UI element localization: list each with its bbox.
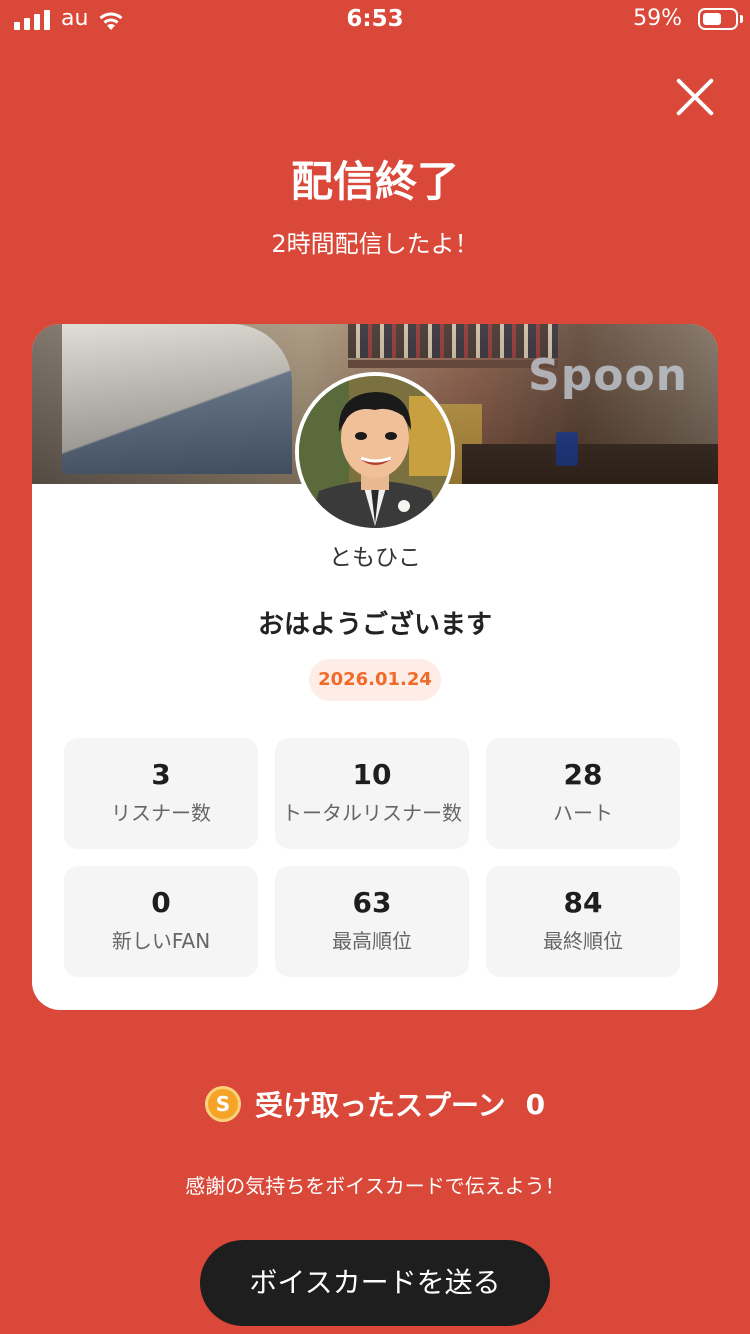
close-button[interactable]: [674, 76, 716, 118]
stat-label: ハート: [553, 801, 613, 825]
stat-highest-rank: 63 最高順位: [275, 866, 469, 977]
stat-value: 63: [352, 886, 392, 919]
stat-final-rank: 84 最終順位: [486, 866, 680, 977]
stat-label: 新しいFAN: [111, 929, 211, 953]
live-summary-card: Spoon ともひこ おはようございます 2026.01.24 3 リスナー数: [32, 324, 718, 1010]
spoon-coin-icon: S: [204, 1086, 241, 1122]
stat-label: リスナー数: [111, 801, 211, 825]
stat-label: トータルリスナー数: [282, 801, 462, 825]
thanks-message: 感謝の気持ちをボイスカードで伝えよう！: [185, 1174, 565, 1198]
date-badge: 2026.01.24: [309, 659, 441, 701]
stat-value: 28: [563, 758, 603, 791]
battery-cap: [740, 15, 743, 23]
stat-value: 3: [151, 758, 171, 791]
live-title: おはようございます: [257, 610, 492, 640]
broadcast-duration: 2時間配信したよ！: [271, 230, 479, 258]
username: ともひこ: [329, 545, 421, 571]
stat-value: 10: [352, 758, 392, 791]
received-spoons: S 受け取ったスプーン 0: [0, 1084, 750, 1124]
battery-icon: [698, 8, 738, 30]
page-title: 配信終了: [290, 157, 459, 206]
received-spoons-count: 0: [525, 1087, 546, 1121]
send-voice-card-button[interactable]: ボイスカードを送る: [200, 1240, 550, 1326]
battery-percent: 59%: [633, 6, 682, 31]
stats-grid: 3 リスナー数 10 トータルリスナー数 28 ハート 0 新しいFAN 63 …: [64, 738, 680, 977]
stat-value: 84: [563, 886, 603, 919]
battery-fill: [703, 13, 721, 25]
stat-label: 最終順位: [543, 929, 623, 953]
stat-listeners: 3 リスナー数: [64, 738, 258, 849]
stat-hearts: 28 ハート: [486, 738, 680, 849]
received-spoons-label: 受け取ったスプーン: [254, 1089, 506, 1122]
avatar[interactable]: [295, 372, 455, 532]
stat-new-fans: 0 新しいFAN: [64, 866, 258, 977]
stat-total-listeners: 10 トータルリスナー数: [275, 738, 469, 849]
stat-value: 0: [151, 886, 171, 919]
spoon-watermark: Spoon: [528, 350, 688, 401]
stat-label: 最高順位: [332, 929, 412, 953]
status-bar: au 6:53 59%: [0, 0, 750, 42]
